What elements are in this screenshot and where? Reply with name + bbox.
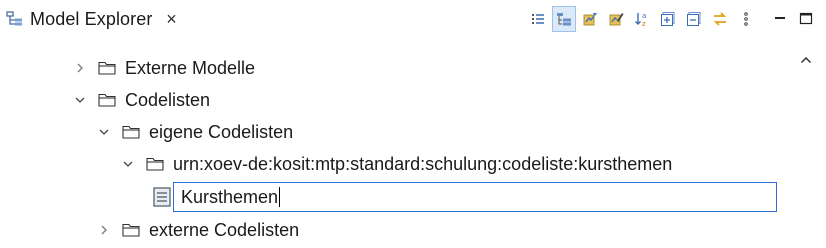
tree-item-label: externe Codelisten [149, 219, 300, 240]
filter-edit-icon[interactable] [604, 6, 628, 32]
tree-item-externe-codelisten[interactable]: externe Codelisten [97, 214, 299, 246]
folder-open-icon [145, 156, 165, 172]
svg-text:z: z [642, 20, 646, 27]
folder-open-icon [121, 124, 141, 140]
rename-input[interactable]: Kursthemen [173, 182, 777, 212]
tree-item-label: Codelisten [125, 89, 211, 110]
minimize-icon[interactable] [768, 6, 792, 32]
chevron-down-icon[interactable] [121, 157, 135, 171]
link-with-editor-icon[interactable] [708, 6, 732, 32]
close-icon[interactable]: × [162, 9, 180, 29]
folder-open-icon [97, 92, 117, 108]
text-caret [279, 187, 281, 207]
chevron-right-icon[interactable] [97, 223, 111, 237]
tree-item-eigene-codelisten[interactable]: eigene Codelisten [97, 116, 293, 148]
tree-item-label: Externe Modelle [125, 57, 256, 78]
folder-icon [121, 222, 141, 238]
collapse-all-icon[interactable] [682, 6, 706, 32]
model-tree: Externe Modelle Codelisten eigene Codeli… [0, 38, 780, 248]
view-toolbar: a z [526, 4, 818, 34]
model-explorer-icon [6, 10, 24, 28]
svg-text:a: a [642, 12, 646, 20]
tab-title: Model Explorer [30, 8, 153, 29]
filter-icon[interactable] [578, 6, 602, 32]
model-explorer-view: Model Explorer × a z Externe Modelle Cod… [0, 0, 826, 248]
folder-icon [97, 60, 117, 76]
tab-model-explorer[interactable]: Model Explorer × [0, 0, 218, 38]
view-menu-icon[interactable] [734, 6, 758, 32]
view-header: Model Explorer × a z [0, 0, 826, 38]
rename-input-value: Kursthemen [181, 186, 279, 207]
hierarchical-layout-icon[interactable] [552, 6, 576, 32]
tree-item-urn-kursthemen[interactable]: urn:xoev-de:kosit:mtp:standard:schulung:… [121, 148, 672, 180]
sort-alphabetically-icon[interactable]: a z [630, 6, 654, 32]
chevron-down-icon[interactable] [73, 93, 87, 107]
maximize-icon[interactable] [794, 6, 818, 32]
tree-item-label: urn:xoev-de:kosit:mtp:standard:schulung:… [173, 153, 673, 174]
vertical-scrollbar[interactable] [786, 38, 826, 248]
tree-item-label: eigene Codelisten [149, 121, 294, 142]
tree-item-codelisten[interactable]: Codelisten [73, 84, 210, 116]
flat-layout-icon[interactable] [526, 6, 550, 32]
codelist-icon [153, 187, 171, 207]
expand-all-icon[interactable] [656, 6, 680, 32]
chevron-up-icon[interactable] [798, 52, 814, 68]
chevron-right-icon[interactable] [73, 61, 87, 75]
chevron-down-icon[interactable] [97, 125, 111, 139]
tree-item-externe-modelle[interactable]: Externe Modelle [73, 52, 255, 84]
